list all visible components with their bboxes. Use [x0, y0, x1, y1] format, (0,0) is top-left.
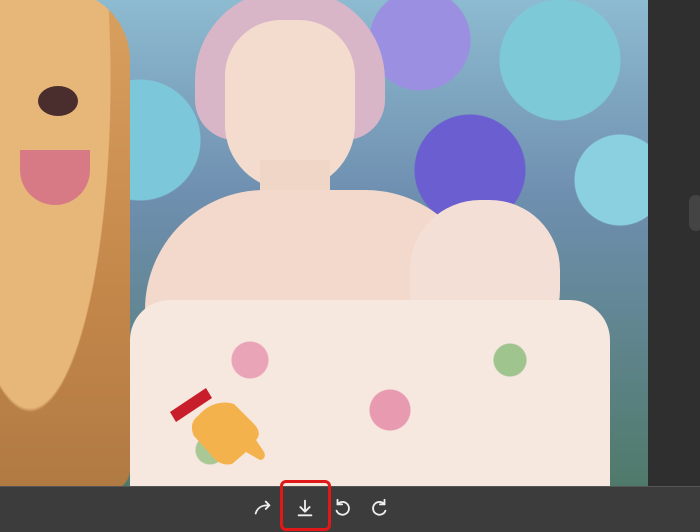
- dog-nose: [38, 86, 78, 116]
- rotate-left-icon: [335, 498, 350, 516]
- next-image-handle[interactable]: [689, 195, 700, 231]
- image-viewer: [0, 0, 700, 486]
- rotate-left-button[interactable]: [328, 493, 358, 523]
- share-button[interactable]: [248, 493, 278, 523]
- bottom-toolbar: [0, 486, 700, 532]
- dog-tongue: [20, 150, 90, 205]
- hand-pointing-icon: [170, 388, 265, 465]
- rotate-right-icon: [372, 498, 387, 516]
- share-icon: [254, 500, 271, 515]
- viewer-side-strip: [648, 0, 700, 486]
- photo: [0, 0, 648, 486]
- download-highlight-box: [280, 480, 331, 531]
- rotate-right-button[interactable]: [364, 493, 394, 523]
